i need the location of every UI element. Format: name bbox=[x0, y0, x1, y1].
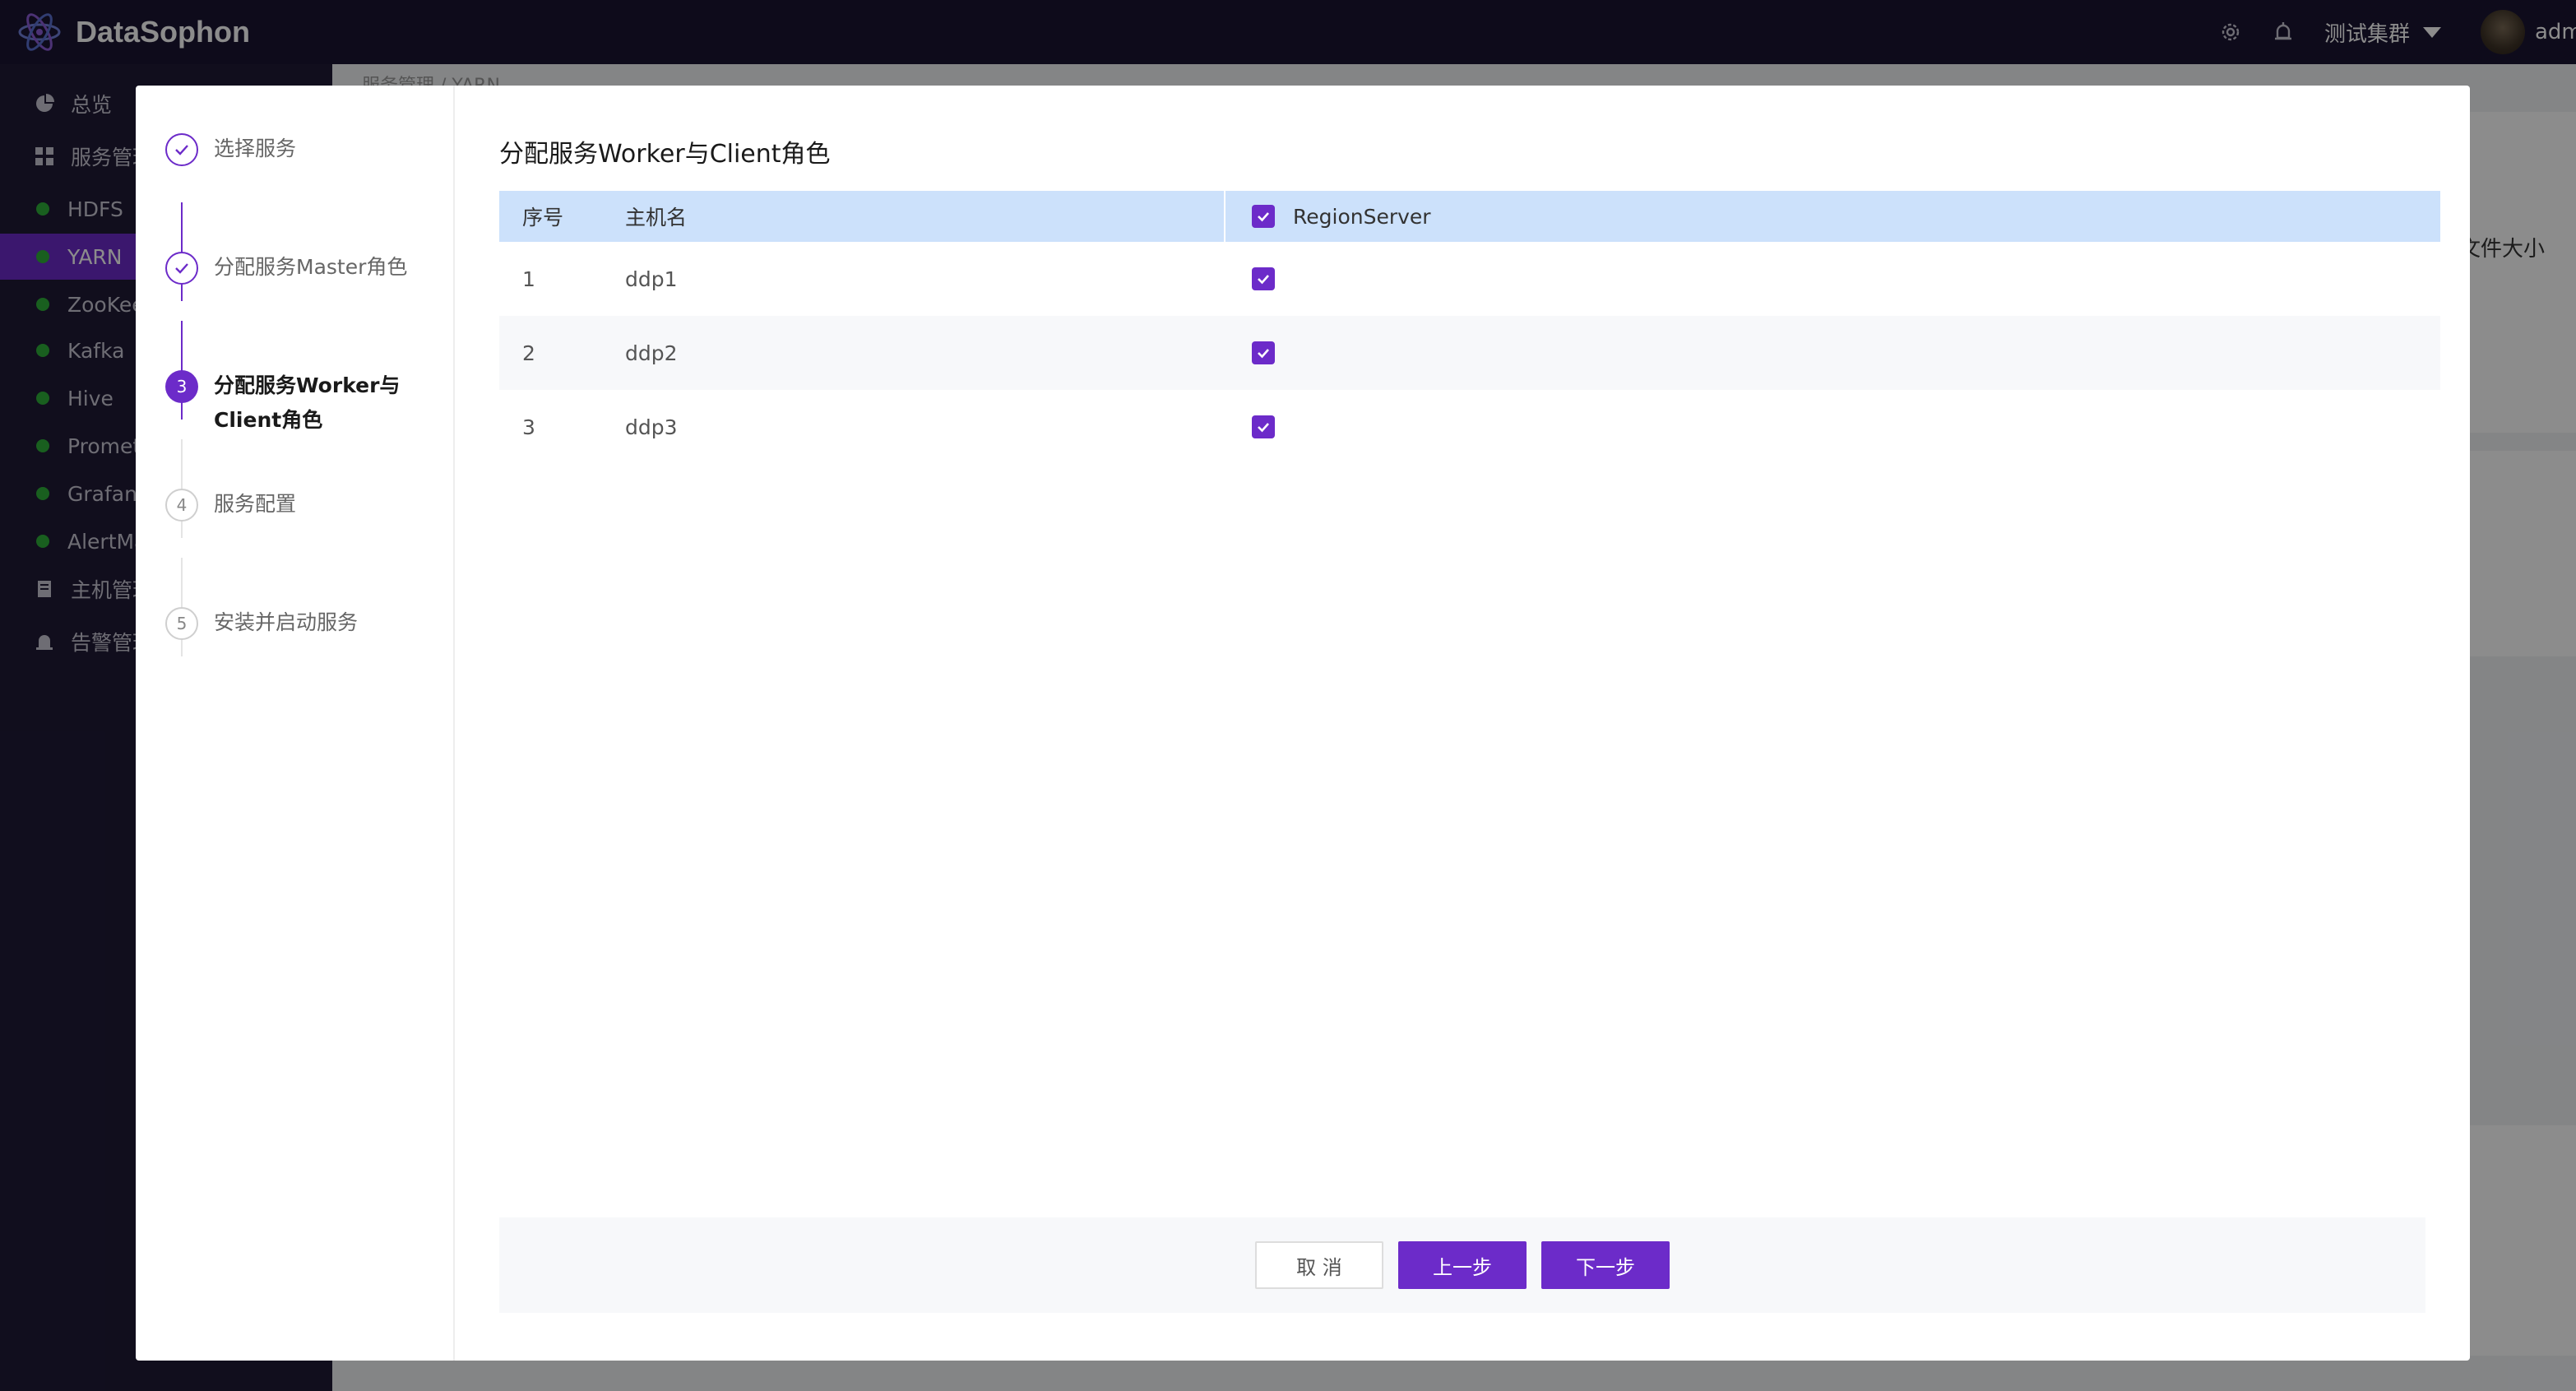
column-header-regionserver: RegionServer bbox=[1225, 205, 2440, 229]
wizard-content: 分配服务Worker与Client角色 序号 主机名 RegionServer … bbox=[499, 86, 2440, 1361]
role-assignment-table: 序号 主机名 RegionServer 1 ddp1 2 ddp2 3 ddp3 bbox=[499, 191, 2440, 464]
row-host: ddp3 bbox=[625, 415, 678, 439]
wizard-footer: 取 消 上一步 下一步 bbox=[499, 1217, 2425, 1313]
service-wizard-modal: 选择服务 分配服务Master角色 3 分配服务Worker与Client角色 … bbox=[136, 86, 2470, 1361]
step-label: 服务配置 bbox=[214, 492, 297, 516]
table-row: 2 ddp2 bbox=[499, 316, 2440, 390]
step-label: 选择服务 bbox=[214, 137, 297, 160]
select-all-checkbox[interactable] bbox=[1252, 205, 1275, 228]
table-row: 3 ddp3 bbox=[499, 390, 2440, 464]
role-name: RegionServer bbox=[1293, 204, 1431, 229]
table-header: 序号 主机名 RegionServer bbox=[499, 191, 2440, 242]
wizard-steps: 选择服务 分配服务Master角色 3 分配服务Worker与Client角色 … bbox=[136, 86, 455, 1361]
page-title: 分配服务Worker与Client角色 bbox=[499, 140, 831, 169]
step-label: 安装并启动服务 bbox=[214, 610, 359, 634]
row-index: 2 bbox=[522, 341, 535, 365]
role-checkbox[interactable] bbox=[1252, 267, 1275, 290]
cancel-button[interactable]: 取 消 bbox=[1255, 1241, 1383, 1289]
role-checkbox[interactable] bbox=[1252, 341, 1275, 364]
step-label: 分配服务Master角色 bbox=[214, 255, 408, 279]
column-header-index: 序号 bbox=[522, 206, 564, 230]
row-index: 1 bbox=[522, 267, 535, 291]
check-icon bbox=[165, 133, 198, 166]
previous-step-button[interactable]: 上一步 bbox=[1398, 1241, 1527, 1289]
step-number: 4 bbox=[165, 489, 198, 522]
row-host: ddp1 bbox=[625, 267, 678, 291]
step-number: 5 bbox=[165, 607, 198, 640]
role-checkbox[interactable] bbox=[1252, 415, 1275, 438]
row-index: 3 bbox=[522, 415, 535, 439]
step-label: 分配服务Worker与Client角色 bbox=[214, 373, 401, 432]
row-host: ddp2 bbox=[625, 341, 678, 365]
step-number: 3 bbox=[165, 370, 198, 403]
check-icon bbox=[165, 252, 198, 285]
column-header-host: 主机名 bbox=[602, 191, 1225, 242]
next-step-button[interactable]: 下一步 bbox=[1541, 1241, 1670, 1289]
table-row: 1 ddp1 bbox=[499, 242, 2440, 316]
